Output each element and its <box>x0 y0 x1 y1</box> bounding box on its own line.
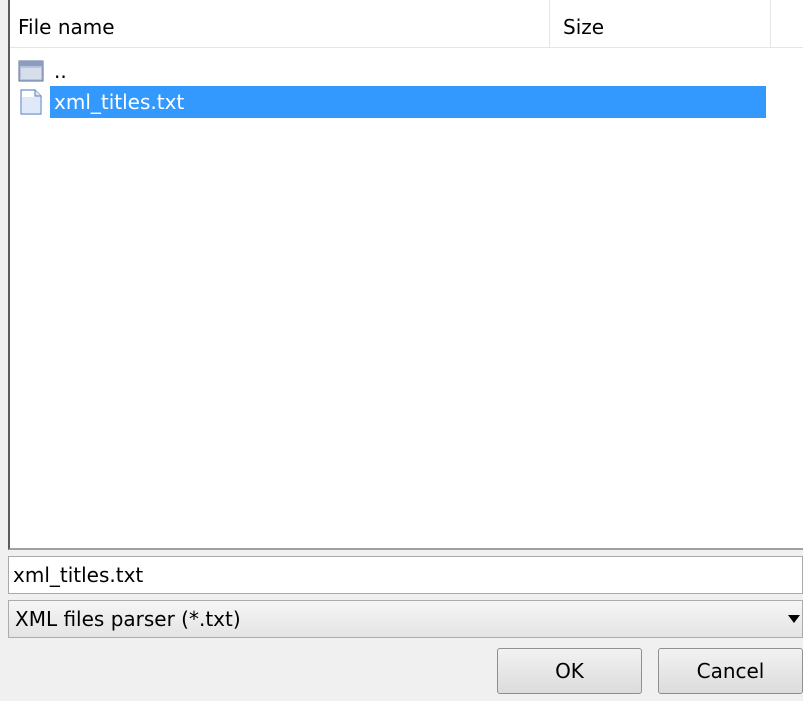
file-type-select[interactable]: XML files parser (*.txt) <box>8 600 803 638</box>
file-list[interactable]: File name Size .. xml_titles.txt <box>8 0 803 550</box>
file-list-header: File name Size <box>10 0 803 48</box>
ok-button[interactable]: OK <box>497 648 642 694</box>
list-item-label: xml_titles.txt <box>50 86 766 118</box>
file-dialog: File name Size .. xml_titles.txt xml_tit… <box>0 0 803 701</box>
list-item-file[interactable]: xml_titles.txt <box>10 86 780 118</box>
folder-icon <box>18 58 44 84</box>
file-type-select-value: XML files parser (*.txt) <box>15 607 241 631</box>
column-header-file-name[interactable]: File name <box>10 0 550 47</box>
chevron-down-icon[interactable] <box>788 615 800 623</box>
filename-input[interactable] <box>8 556 803 594</box>
column-header-size[interactable]: Size <box>551 0 771 47</box>
column-header-filler <box>772 0 803 47</box>
cancel-button[interactable]: Cancel <box>658 648 803 694</box>
list-item-label: .. <box>54 59 67 83</box>
list-item-parent-directory[interactable]: .. <box>10 55 780 87</box>
text-file-icon <box>18 89 44 115</box>
